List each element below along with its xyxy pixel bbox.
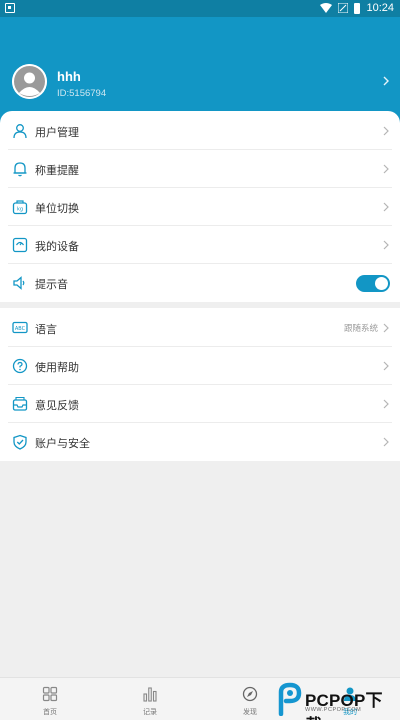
tab-label: 首页 [43, 709, 57, 716]
watermark-text: PCPOP下载 [305, 691, 383, 720]
chevron-right-icon [383, 164, 389, 174]
feedback-icon [12, 396, 28, 411]
menu-item-account-security[interactable]: 账户与安全 [0, 423, 400, 461]
tab-label: 记录 [143, 709, 157, 716]
bell-icon [13, 162, 27, 177]
scale-icon: kg [12, 200, 28, 215]
user-icon [13, 124, 27, 139]
svg-text:ABC: ABC [15, 326, 26, 332]
menu-item-label: 单位切换 [35, 203, 79, 215]
tab-home[interactable]: 首页 [0, 678, 100, 720]
language-value: 跟随系统 [343, 323, 378, 333]
chevron-right-icon [383, 399, 389, 409]
compass-icon [242, 686, 258, 702]
chevron-right-icon [383, 361, 389, 371]
menu-item-feedback[interactable]: 意见反馈 [0, 385, 400, 423]
menu-item-label: 称重提醒 [35, 165, 79, 177]
pcpop-logo-icon [278, 682, 302, 716]
menu-item-label: 使用帮助 [35, 362, 79, 374]
battery-icon [354, 2, 361, 14]
bar-chart-icon [143, 687, 157, 702]
shield-icon [13, 434, 27, 450]
avatar[interactable] [12, 64, 47, 99]
svg-text:kg: kg [17, 207, 23, 213]
speaker-icon [13, 276, 25, 290]
menu-item-unit-switch[interactable]: kg 单位切换 [0, 188, 400, 226]
signal-icon [338, 3, 349, 13]
menu-item-sound: 提示音 [0, 264, 400, 302]
menu-item-label: 提示音 [35, 279, 68, 291]
device-icon [12, 237, 28, 253]
chevron-right-icon [383, 126, 389, 136]
chevron-right-icon [383, 240, 389, 250]
sound-toggle[interactable] [356, 275, 390, 292]
watermark-subtext: WWW.PCPOP.COM [305, 707, 362, 713]
menu-item-label: 意见反馈 [35, 400, 79, 412]
notification-icon [5, 3, 15, 13]
profile-name: hhh [57, 69, 81, 84]
tab-records[interactable]: 记录 [100, 678, 200, 720]
menu-item-label: 我的设备 [35, 241, 79, 253]
menu-item-my-devices[interactable]: 我的设备 [0, 226, 400, 264]
settings-card-2: ABC 语言 跟随系统 使用帮助 意见反馈 账户与安全 [0, 308, 400, 461]
chevron-right-icon [383, 323, 389, 333]
menu-item-weigh-reminder[interactable]: 称重提醒 [0, 150, 400, 188]
profile-id: ID:5156794 [57, 88, 107, 99]
menu-item-label: 账户与安全 [35, 438, 90, 450]
settings-card-1: 用户管理 称重提醒 kg 单位切换 我的设备 提示音 [0, 111, 400, 302]
chevron-right-icon [383, 76, 389, 86]
menu-item-user-management[interactable]: 用户管理 [0, 112, 400, 150]
help-icon [12, 358, 28, 374]
menu-item-label: 用户管理 [35, 127, 79, 139]
chevron-right-icon [383, 437, 389, 447]
wifi-icon [320, 3, 333, 13]
language-icon: ABC [12, 321, 28, 334]
pcpop-watermark: PCPOP下载 WWW.PCPOP.COM [277, 682, 399, 720]
chevron-right-icon [383, 202, 389, 212]
menu-item-label: 语言 [35, 324, 57, 336]
status-bar: 10:24 [0, 0, 400, 17]
toggle-knob [375, 277, 388, 290]
home-grid-icon [42, 686, 58, 702]
status-time: 10:24 [366, 2, 394, 14]
menu-item-language[interactable]: ABC 语言 跟随系统 [0, 309, 400, 347]
menu-item-help[interactable]: 使用帮助 [0, 347, 400, 385]
avatar-icon [12, 64, 47, 99]
